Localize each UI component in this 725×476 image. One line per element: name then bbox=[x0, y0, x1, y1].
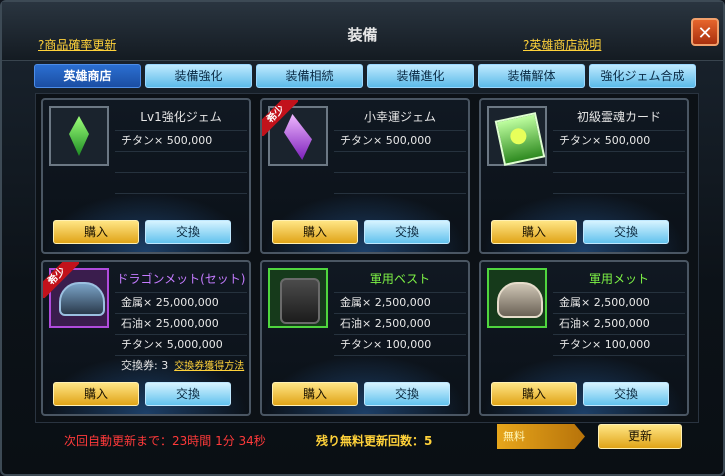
item-name: 軍用ベスト bbox=[369, 272, 431, 286]
exchange-button[interactable]: 交換 bbox=[145, 220, 231, 244]
close-button[interactable]: ✕ bbox=[691, 18, 719, 46]
item-cost: チタン× 100,000 bbox=[334, 334, 466, 355]
ticket-row: 交換券: 3 交換券獲得方法 bbox=[115, 355, 247, 376]
item-cost: 金属× 25,000,000 bbox=[115, 292, 247, 313]
footer-bar: 次回自動更新まで：23時間 1分 34秒 残り無料更新回数：5 無料 更新 bbox=[2, 422, 723, 474]
military-vest-icon bbox=[268, 268, 328, 328]
item-card: 初級霊魂カード チタン× 500,000 購入 交換 bbox=[479, 98, 689, 254]
tab-equipment-evolve[interactable]: 装備進化 bbox=[367, 64, 474, 88]
item-card: 希少 ドラゴンメット(セット) 金属× 25,000,000 石油× 25,00… bbox=[41, 260, 251, 416]
rare-ribbon: 希少 bbox=[262, 100, 298, 136]
item-card: 軍用メット 金属× 2,500,000 石油× 2,500,000 チタン× 1… bbox=[479, 260, 689, 416]
item-card: Lv1強化ジェム チタン× 500,000 購入 交換 bbox=[41, 98, 251, 254]
item-cost: チタン× 500,000 bbox=[334, 130, 466, 151]
close-icon: ✕ bbox=[697, 23, 713, 44]
green-gem-icon bbox=[49, 106, 109, 166]
ticket-count: 交換券: 3 bbox=[121, 359, 169, 372]
item-card: 軍用ベスト 金属× 2,500,000 石油× 2,500,000 チタン× 1… bbox=[260, 260, 470, 416]
item-name: 軍用メット bbox=[588, 272, 649, 286]
equipment-window: 装備 ?商品確率更新 ?英雄商店説明 ✕ 英雄商店 装備強化 装備相続 装備進化… bbox=[0, 0, 725, 476]
buy-button[interactable]: 購入 bbox=[491, 382, 577, 406]
tab-equipment-inherit[interactable]: 装備相続 bbox=[256, 64, 363, 88]
item-cost: 金属× 2,500,000 bbox=[334, 292, 466, 313]
item-cost: チタン× 500,000 bbox=[115, 130, 247, 151]
free-refresh-remaining: 残り無料更新回数：5 bbox=[316, 434, 433, 448]
hero-shop-help-link[interactable]: ?英雄商店説明 bbox=[523, 36, 601, 53]
item-name: 小幸運ジェム bbox=[363, 110, 436, 124]
tab-equipment-enhance[interactable]: 装備強化 bbox=[145, 64, 252, 88]
exchange-button[interactable]: 交換 bbox=[364, 382, 450, 406]
item-cost: チタン× 100,000 bbox=[553, 334, 685, 355]
buy-button[interactable]: 購入 bbox=[272, 220, 358, 244]
item-name: ドラゴンメット(セット) bbox=[116, 272, 246, 286]
buy-button[interactable]: 購入 bbox=[53, 220, 139, 244]
item-grid: Lv1強化ジェム チタン× 500,000 購入 交換 希少 小幸運ジェム チタ… bbox=[35, 93, 699, 423]
exchange-button[interactable]: 交換 bbox=[583, 220, 669, 244]
buy-button[interactable]: 購入 bbox=[53, 382, 139, 406]
auto-refresh-timer: 次回自動更新まで：23時間 1分 34秒 bbox=[64, 434, 266, 448]
item-card: 希少 小幸運ジェム チタン× 500,000 購入 交換 bbox=[260, 98, 470, 254]
soul-card-icon bbox=[487, 106, 547, 166]
refresh-button[interactable]: 更新 bbox=[598, 424, 682, 449]
tab-hero-shop[interactable]: 英雄商店 bbox=[34, 64, 141, 88]
item-cost: 石油× 2,500,000 bbox=[334, 313, 466, 334]
item-cost: チタン× 500,000 bbox=[553, 130, 685, 151]
buy-button[interactable]: 購入 bbox=[272, 382, 358, 406]
item-cost: 金属× 2,500,000 bbox=[553, 292, 685, 313]
exchange-button[interactable]: 交換 bbox=[145, 382, 231, 406]
military-helmet-icon bbox=[487, 268, 547, 328]
exchange-button[interactable]: 交換 bbox=[364, 220, 450, 244]
probability-update-link[interactable]: ?商品確率更新 bbox=[38, 36, 116, 53]
exchange-button[interactable]: 交換 bbox=[583, 382, 669, 406]
buy-button[interactable]: 購入 bbox=[491, 220, 577, 244]
tab-gem-synthesis[interactable]: 強化ジェム合成 bbox=[589, 64, 696, 88]
item-name: 初級霊魂カード bbox=[576, 110, 661, 124]
item-cost: チタン× 5,000,000 bbox=[115, 334, 247, 355]
item-name: Lv1強化ジェム bbox=[140, 110, 222, 124]
item-cost: 石油× 25,000,000 bbox=[115, 313, 247, 334]
free-badge: 無料 bbox=[497, 424, 585, 449]
tab-equipment-dismantle[interactable]: 装備解体 bbox=[478, 64, 585, 88]
title-bar: 装備 ?商品確率更新 ?英雄商店説明 ✕ bbox=[2, 2, 723, 61]
item-cost: 石油× 2,500,000 bbox=[553, 313, 685, 334]
rare-ribbon: 希少 bbox=[43, 262, 79, 298]
ticket-how-to-get-link[interactable]: 交換券獲得方法 bbox=[174, 361, 244, 372]
